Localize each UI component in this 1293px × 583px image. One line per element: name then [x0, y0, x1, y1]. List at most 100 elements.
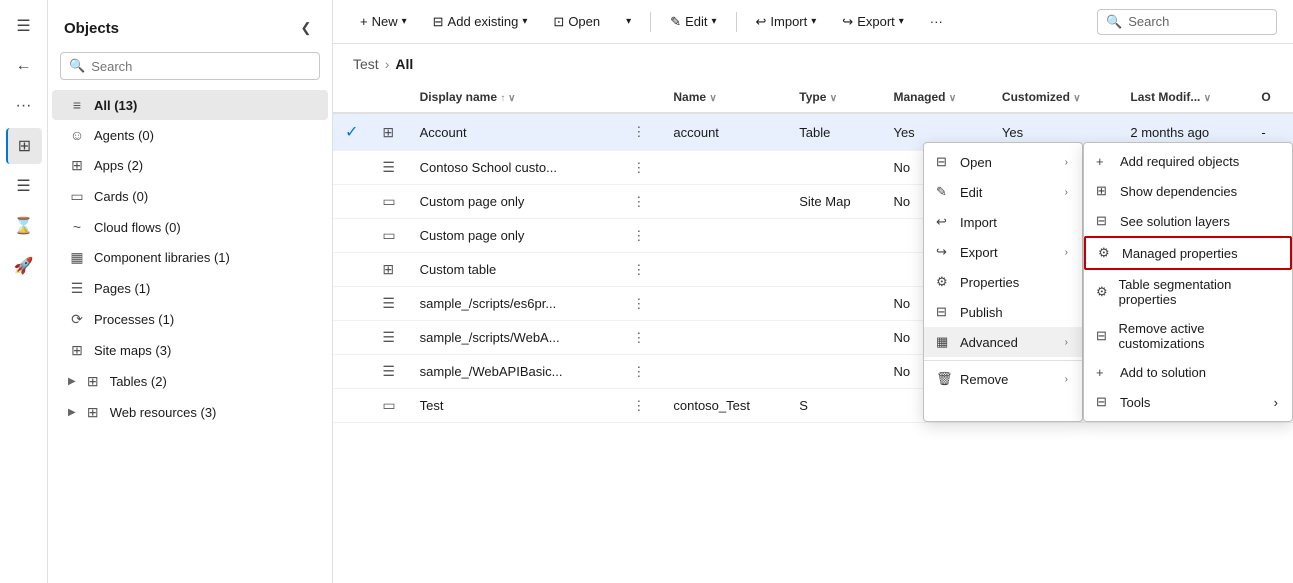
row-menu-icon[interactable]: ⋮ — [628, 362, 649, 381]
row-type-icon: ▭ — [370, 185, 407, 219]
main-area: + New ▾ ⊟ Add existing ▾ ⊡ Open ▾ ✎ Edit… — [333, 0, 1293, 583]
row-context-menu-btn[interactable]: ⋮ — [616, 253, 661, 287]
sidebar-item-processes[interactable]: ⟳ Processes (1) — [52, 304, 328, 335]
context-menu-advanced[interactable]: ▦ Advanced › — [924, 327, 1082, 357]
row-checkbox[interactable] — [333, 287, 370, 321]
sidebar-title: Objects — [64, 20, 119, 37]
sort-asc-icon: ↑ ∨ — [500, 93, 515, 104]
toolbar-search-box[interactable]: 🔍 Search — [1097, 9, 1277, 35]
new-button[interactable]: + New ▾ — [349, 8, 418, 35]
list-icon[interactable]: ☰ — [6, 168, 42, 204]
row-checkbox[interactable] — [333, 219, 370, 253]
row-display-name: Custom page only — [408, 185, 617, 219]
sub-menu-show-deps[interactable]: ⊞ Show dependencies — [1084, 176, 1292, 206]
row-menu-icon[interactable]: ⋮ — [628, 260, 649, 279]
hamburger-icon[interactable]: ☰ — [6, 8, 42, 44]
row-checkbox[interactable]: ✓ — [333, 113, 370, 151]
row-context-menu-btn[interactable]: ⋮ — [616, 113, 661, 151]
back-icon[interactable]: ← — [6, 48, 42, 84]
row-checkbox[interactable] — [333, 185, 370, 219]
sidebar-item-component-libraries[interactable]: ▦ Component libraries (1) — [52, 242, 328, 273]
open-dropdown-icon: ▾ — [626, 16, 631, 27]
sidebar-item-tables[interactable]: ▶ ⊞ Tables (2) — [52, 366, 328, 397]
col-managed[interactable]: Managed ∨ — [881, 82, 989, 113]
new-chevron-icon: ▾ — [402, 16, 407, 27]
col-last-modified[interactable]: Last Modif... ∨ — [1118, 82, 1249, 113]
col-type[interactable]: Type ∨ — [787, 82, 881, 113]
row-menu-icon[interactable]: ⋮ — [628, 192, 649, 211]
sub-menu-see-solution[interactable]: ⊟ See solution layers — [1084, 206, 1292, 236]
sidebar-search-box[interactable]: 🔍 — [60, 52, 320, 80]
sidebar-collapse-button[interactable]: ❮ — [292, 14, 320, 42]
advanced-arrow-icon: › — [1065, 337, 1068, 348]
more-button[interactable]: ··· — [919, 8, 954, 35]
history-icon[interactable]: ⌛ — [6, 208, 42, 244]
grid-icon[interactable]: ⊞ — [6, 128, 42, 164]
row-checkbox[interactable] — [333, 151, 370, 185]
sidebar-item-apps[interactable]: ⊞ Apps (2) — [52, 150, 328, 181]
sidebar-item-all[interactable]: ≡ All (13) — [52, 90, 328, 120]
row-context-menu-btn[interactable]: ⋮ — [616, 219, 661, 253]
toolbar-search-label: Search — [1128, 14, 1169, 29]
context-menu-divider — [924, 360, 1082, 361]
row-menu-icon[interactable]: ⋮ — [628, 328, 649, 347]
context-menu-publish[interactable]: ⊟ Publish — [924, 297, 1082, 327]
open-chevron-button[interactable]: ▾ — [615, 10, 642, 33]
rocket-icon[interactable]: 🚀 — [6, 248, 42, 284]
context-menu-open[interactable]: ⊟ Open › — [924, 147, 1082, 177]
import-chevron-icon: ▾ — [811, 16, 816, 27]
row-menu-icon[interactable]: ⋮ — [628, 122, 649, 141]
sidebar-item-agents[interactable]: ☺ Agents (0) — [52, 120, 328, 150]
context-menu-import[interactable]: ↩ Import — [924, 207, 1082, 237]
row-type-icon: ☰ — [370, 151, 407, 185]
edit-button[interactable]: ✎ Edit ▾ — [659, 8, 727, 36]
row-menu-icon[interactable]: ⋮ — [628, 226, 649, 245]
sub-menu-add-required[interactable]: + Add required objects — [1084, 147, 1292, 176]
sidebar: Objects ❮ 🔍 ≡ All (13) ☺ Agents (0) ⊞ Ap… — [48, 0, 333, 583]
export-label: Export — [857, 14, 895, 29]
col-display-name[interactable]: Display name ↑ ∨ — [408, 82, 617, 113]
context-menu-edit[interactable]: ✎ Edit › — [924, 177, 1082, 207]
context-menu-remove[interactable]: 🗑 Remove › — [924, 364, 1082, 394]
search-icon: 🔍 — [1106, 14, 1122, 30]
row-context-menu-btn[interactable]: ⋮ — [616, 389, 661, 423]
sidebar-item-cards[interactable]: ▭ Cards (0) — [52, 181, 328, 212]
breadcrumb-parent[interactable]: Test — [353, 56, 379, 72]
row-context-menu-btn[interactable]: ⋮ — [616, 185, 661, 219]
sub-menu-table-seg[interactable]: ⚙ Table segmentation properties — [1084, 270, 1292, 314]
sub-menu-tools[interactable]: ⊟ Tools › — [1084, 387, 1292, 417]
row-context-menu-btn[interactable]: ⋮ — [616, 151, 661, 185]
open-button[interactable]: ⊡ Open — [542, 8, 611, 36]
sidebar-item-web-resources[interactable]: ▶ ⊞ Web resources (3) — [52, 397, 328, 428]
row-menu-icon[interactable]: ⋮ — [628, 294, 649, 313]
sub-menu-remove-active[interactable]: ⊟ Remove active customizations — [1084, 314, 1292, 358]
row-context-menu-btn[interactable]: ⋮ — [616, 321, 661, 355]
col-customized[interactable]: Customized ∨ — [990, 82, 1118, 113]
sidebar-item-cloud-flows[interactable]: ~ Cloud flows (0) — [52, 212, 328, 242]
add-existing-button[interactable]: ⊟ Add existing ▾ — [422, 8, 539, 36]
context-menu-export[interactable]: ↪ Export › — [924, 237, 1082, 267]
col-name[interactable]: Name ∨ — [661, 82, 787, 113]
sub-menu-managed-properties[interactable]: ⚙ Managed properties — [1084, 236, 1292, 270]
row-context-menu-btn[interactable]: ⋮ — [616, 287, 661, 321]
row-checkbox[interactable] — [333, 321, 370, 355]
import-button[interactable]: ↩ Import ▾ — [745, 8, 828, 36]
dots-icon[interactable]: ··· — [6, 88, 42, 124]
export-label: Export — [960, 245, 1057, 260]
row-context-menu-btn[interactable]: ⋮ — [616, 355, 661, 389]
sidebar-item-site-maps[interactable]: ⊞ Site maps (3) — [52, 335, 328, 366]
sidebar-item-pages[interactable]: ☰ Pages (1) — [52, 273, 328, 304]
row-menu-icon[interactable]: ⋮ — [628, 158, 649, 177]
row-menu-icon[interactable]: ⋮ — [628, 396, 649, 415]
sidebar-search-input[interactable] — [91, 59, 311, 74]
export-button[interactable]: ↪ Export ▾ — [831, 8, 915, 36]
row-checkbox[interactable] — [333, 355, 370, 389]
table-header-row: Display name ↑ ∨ Name ∨ Type ∨ — [333, 82, 1293, 113]
row-checkbox[interactable] — [333, 389, 370, 423]
context-menu-properties[interactable]: ⚙ Properties — [924, 267, 1082, 297]
sub-menu-add-to-solution[interactable]: + Add to solution — [1084, 358, 1292, 387]
sub-menu-label: Tools — [1120, 395, 1150, 410]
managed-props-icon: ⚙ — [1098, 245, 1114, 261]
row-checkbox[interactable] — [333, 253, 370, 287]
col-other: O — [1249, 82, 1293, 113]
